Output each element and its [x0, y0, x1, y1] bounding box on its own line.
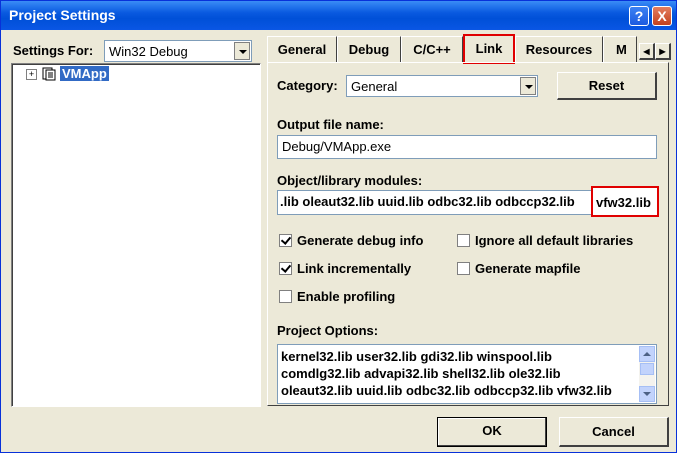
object-modules-value: .lib oleaut32.lib uuid.lib odbc32.lib od…	[280, 194, 575, 209]
ok-button[interactable]: OK	[437, 417, 547, 447]
cancel-button[interactable]: Cancel	[559, 417, 669, 447]
scroll-down-icon[interactable]	[639, 386, 655, 402]
tree-item-vmapp[interactable]: VMApp	[60, 66, 109, 81]
project-icon	[42, 67, 56, 81]
ignore-default-libs-checkbox[interactable]	[457, 234, 470, 247]
project-tree[interactable]: + VMApp	[11, 63, 261, 407]
object-modules-label: Object/library modules:	[277, 173, 423, 188]
tab-link[interactable]: Link	[463, 34, 515, 64]
project-options-scrollbar[interactable]	[639, 346, 655, 402]
generate-mapfile-checkbox[interactable]	[457, 262, 470, 275]
tab-more[interactable]: M	[603, 36, 637, 62]
scroll-thumb[interactable]	[640, 363, 654, 375]
link-incrementally-checkbox[interactable]	[279, 262, 292, 275]
tab-scroll-right-button[interactable]: ▶	[655, 43, 671, 60]
reset-button[interactable]: Reset	[557, 72, 657, 100]
output-file-value: Debug/VMApp.exe	[282, 139, 392, 154]
project-options-line: oleaut32.lib uuid.lib odbc32.lib odbccp3…	[281, 383, 612, 398]
generate-debug-info-checkbox[interactable]	[279, 234, 292, 247]
title-bar: Project Settings ? X	[1, 1, 676, 30]
output-file-label: Output file name:	[277, 117, 384, 132]
output-file-input[interactable]: Debug/VMApp.exe	[277, 135, 657, 159]
ignore-default-libs-label: Ignore all default libraries	[475, 233, 634, 248]
category-value: General	[351, 79, 398, 94]
category-combo[interactable]: General	[346, 75, 538, 97]
tab-debug[interactable]: Debug	[337, 36, 401, 62]
scroll-up-icon[interactable]	[639, 346, 655, 362]
settings-for-label: Settings For:	[13, 43, 94, 58]
category-label: Category:	[277, 78, 338, 93]
close-button[interactable]: X	[652, 6, 672, 26]
project-options-textarea[interactable]: kernel32.lib user32.lib gdi32.lib winspo…	[277, 344, 657, 404]
generate-debug-info-label: Generate debug info	[297, 233, 424, 248]
chevron-down-icon[interactable]	[520, 77, 536, 95]
window-title: Project Settings	[9, 7, 116, 23]
generate-mapfile-label: Generate mapfile	[475, 261, 581, 276]
project-options-label: Project Options:	[277, 323, 379, 338]
settings-for-value: Win32 Debug	[109, 44, 188, 59]
tab-cpp[interactable]: C/C++	[401, 36, 463, 62]
help-button[interactable]: ?	[629, 6, 649, 26]
highlighted-lib: vfw32.lib	[596, 195, 651, 210]
tab-general[interactable]: General	[267, 36, 337, 62]
project-options-line: kernel32.lib user32.lib gdi32.lib winspo…	[281, 349, 552, 364]
chevron-down-icon[interactable]	[234, 42, 250, 60]
link-incrementally-label: Link incrementally	[297, 261, 412, 276]
tab-resources[interactable]: Resources	[515, 36, 603, 62]
tree-expander[interactable]: +	[26, 69, 37, 80]
enable-profiling-label: Enable profiling	[297, 289, 396, 304]
enable-profiling-checkbox[interactable]	[279, 290, 292, 303]
tab-scroll-left-button[interactable]: ◀	[639, 43, 655, 60]
highlight-box: vfw32.lib	[591, 186, 659, 217]
project-options-line: comdlg32.lib advapi32.lib shell32.lib ol…	[281, 366, 561, 381]
project-settings-dialog: Project Settings ? X Settings For: Win32…	[0, 0, 677, 453]
settings-for-combo[interactable]: Win32 Debug	[104, 40, 252, 62]
